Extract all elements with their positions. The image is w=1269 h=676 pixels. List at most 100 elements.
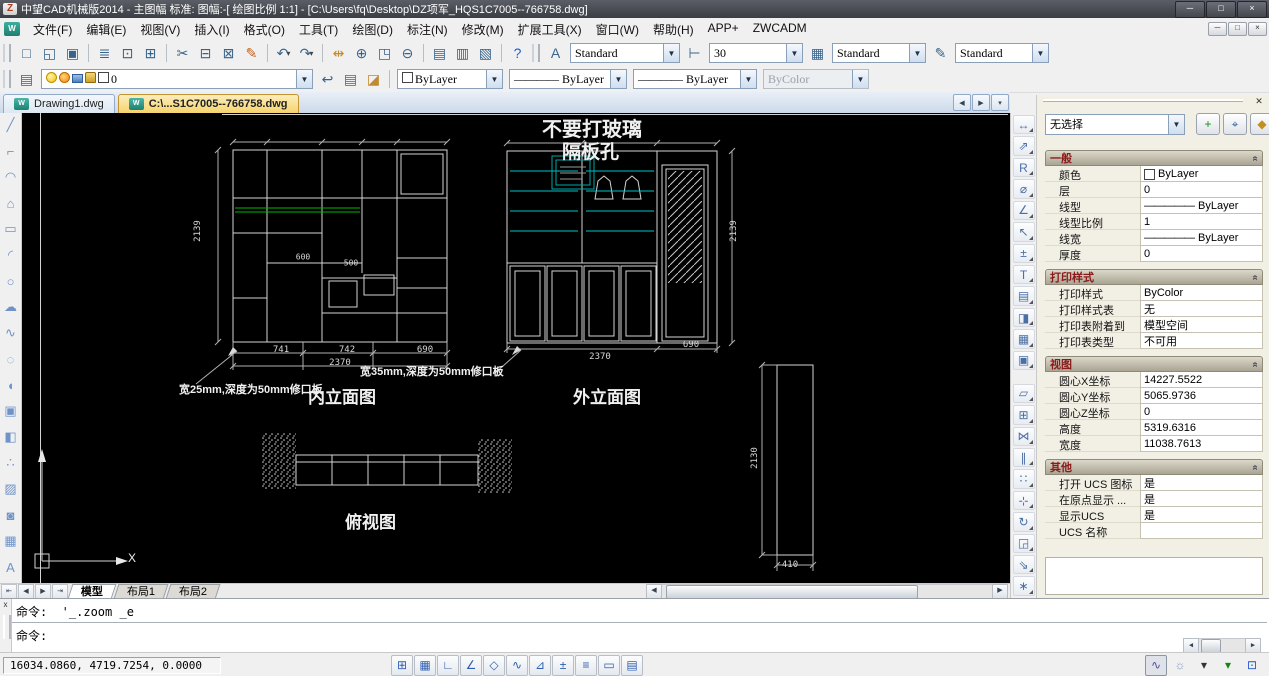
table-tool[interactable]: ▦ [0, 531, 21, 551]
zwcad-assist-button[interactable]: ∿ [1145, 655, 1167, 676]
explode-tool[interactable]: ∗ [1013, 576, 1035, 595]
point-tool[interactable]: ∴ [0, 453, 21, 473]
angular-dimension-tool[interactable]: ∠ [1013, 201, 1035, 220]
menu-扩展工具X[interactable]: 扩展工具(X) [511, 19, 589, 40]
radius-dimension-tool[interactable]: R [1013, 158, 1035, 177]
format-painter-button[interactable]: ✎ [240, 42, 263, 65]
canvas-hscrollbar[interactable]: ◀▶ [646, 585, 1008, 598]
arc-tool[interactable]: ◠ [0, 167, 21, 187]
diameter-dimension-tool[interactable]: ⌀ [1013, 179, 1035, 198]
sheet-manager-button[interactable]: ▧ [474, 42, 497, 65]
property-value[interactable]: 5065.9736 [1140, 388, 1263, 404]
model-space-toggle[interactable]: ▭ [598, 655, 620, 676]
section-header[interactable]: 视图« [1045, 356, 1263, 372]
document-tab[interactable]: WC:\...S1C7005--766758.dwg [118, 94, 299, 113]
quickprops-toggle[interactable]: ▤ [621, 655, 643, 676]
property-value[interactable]: —————ByLayer [1140, 198, 1263, 214]
property-value[interactable]: 0 [1140, 182, 1263, 198]
section-header[interactable]: 其他« [1045, 459, 1263, 475]
minimize-button[interactable]: ─ [1175, 1, 1205, 18]
table-style-combo[interactable]: Standard▼ [832, 43, 926, 63]
tab-menu-button[interactable]: ▾ [991, 94, 1009, 111]
menu-窗口W[interactable]: 窗口(W) [589, 19, 646, 40]
offset-tool[interactable]: ∥ [1013, 448, 1035, 467]
chevron-down-icon[interactable]: ▼ [1032, 44, 1048, 62]
mdi-close-button[interactable]: × [1248, 22, 1267, 36]
chevron-down-icon[interactable]: ▼ [740, 70, 756, 88]
help-button[interactable]: ? [506, 42, 529, 65]
section-header[interactable]: 打印样式« [1045, 269, 1263, 285]
zoom-realtime-button[interactable]: ⊕ [350, 42, 373, 65]
print-button[interactable]: ≣ [93, 42, 116, 65]
menu-格式O[interactable]: 格式(O) [237, 19, 292, 40]
chevron-down-icon[interactable]: ▼ [909, 44, 925, 62]
dyn-toggle[interactable]: ± [552, 655, 574, 676]
menu-标注N[interactable]: 标注(N) [400, 19, 455, 40]
dim-style[interactable]: ⊢ [683, 42, 706, 65]
panel-grip[interactable] [1043, 99, 1243, 102]
arc-3point-tool[interactable]: ◜ [0, 245, 21, 265]
property-value[interactable]: 无 [1140, 301, 1263, 317]
command-prompt[interactable]: 命令: [12, 625, 1267, 641]
grid-toggle[interactable]: ▦ [414, 655, 436, 676]
publish-button[interactable]: ⊞ [139, 42, 162, 65]
menu-插入I[interactable]: 插入(I) [187, 19, 236, 40]
command-grip[interactable]: x [0, 599, 12, 652]
aligned-dimension-tool[interactable]: ⇗ [1013, 136, 1035, 155]
chevron-down-icon[interactable]: ▼ [610, 70, 626, 88]
mdi-minimize-button[interactable]: ─ [1208, 22, 1227, 36]
ducs-toggle[interactable]: ⊿ [529, 655, 551, 676]
region-tool[interactable]: ◙ [0, 505, 21, 525]
property-value[interactable]: 1 [1140, 214, 1263, 230]
property-value[interactable]: 11038.7613 [1140, 436, 1263, 452]
layer-translate-button[interactable]: ◪ [362, 68, 385, 91]
collapse-chevron-icon[interactable]: « [1250, 361, 1261, 367]
tab-scroll-left-button[interactable]: ◀ [953, 94, 971, 111]
property-value[interactable]: 是 [1140, 491, 1263, 507]
block-tool[interactable]: ▣ [1013, 351, 1035, 370]
property-value[interactable]: ByLayer [1140, 166, 1263, 182]
stretch-tool[interactable]: ⇘ [1013, 555, 1035, 574]
rectangle-tool[interactable]: ▭ [0, 219, 21, 239]
last-layout-button[interactable]: ⇥ [52, 584, 68, 599]
mdi-restore-button[interactable]: □ [1228, 22, 1247, 36]
property-value[interactable]: 是 [1140, 475, 1263, 491]
insert-block-tool[interactable]: ▣ [0, 401, 21, 421]
otrack-toggle[interactable]: ∿ [506, 655, 528, 676]
cut-button[interactable]: ✂ [171, 42, 194, 65]
scroll-thumb[interactable] [666, 585, 918, 599]
table-style[interactable]: ▦ [806, 42, 829, 65]
layer-previous-button[interactable]: ↩ [316, 68, 339, 91]
select-objects-button[interactable]: ⌖ [1223, 113, 1247, 135]
close-button[interactable]: × [1237, 1, 1267, 18]
settings-gear-button[interactable]: ☼ [1169, 655, 1191, 676]
text-style[interactable]: A [544, 42, 567, 65]
linear-dimension-tool[interactable]: ↔ [1013, 115, 1035, 134]
menu-文件F[interactable]: 文件(F) [26, 19, 79, 40]
collapse-chevron-icon[interactable]: « [1250, 155, 1261, 161]
polygon-tool[interactable]: ⌂ [0, 193, 21, 213]
revision-cloud-tool[interactable]: ☁ [0, 297, 21, 317]
display-dropdown[interactable]: ▾ [1217, 655, 1239, 676]
lineweight-combo[interactable]: ————ByLayer▼ [633, 69, 757, 89]
copy-button[interactable]: ⊟ [194, 42, 217, 65]
pan-button[interactable]: ⇹ [327, 42, 350, 65]
chevron-down-icon[interactable]: ▼ [296, 70, 312, 88]
selection-filter-combo[interactable]: 无选择 ▼ [1045, 114, 1185, 135]
scroll-right-icon[interactable]: ▶ [1245, 638, 1261, 653]
panel-close-icon[interactable]: ✕ [1253, 95, 1265, 107]
ellipse-tool[interactable]: ◌ [0, 349, 21, 369]
chevron-down-icon[interactable]: ▾ [286, 49, 290, 58]
circle-tool[interactable]: ○ [0, 271, 21, 291]
mirror-tool[interactable]: ⋈ [1013, 427, 1035, 446]
leader-tool[interactable]: ↖ [1013, 222, 1035, 241]
command-close-icon[interactable]: x [1, 600, 10, 610]
print-preview-button[interactable]: ⊡ [116, 42, 139, 65]
dim-edit-tool[interactable]: ▤ [1013, 286, 1035, 305]
restore-button[interactable]: □ [1206, 1, 1236, 18]
new-file-button[interactable]: □ [15, 42, 38, 65]
layout-tab-布局1[interactable]: 布局1 [114, 584, 169, 599]
layer-combo[interactable]: 0▼ [41, 69, 313, 89]
scale-tool[interactable]: ◲ [1013, 534, 1035, 553]
linetype-combo[interactable]: ————ByLayer▼ [509, 69, 627, 89]
